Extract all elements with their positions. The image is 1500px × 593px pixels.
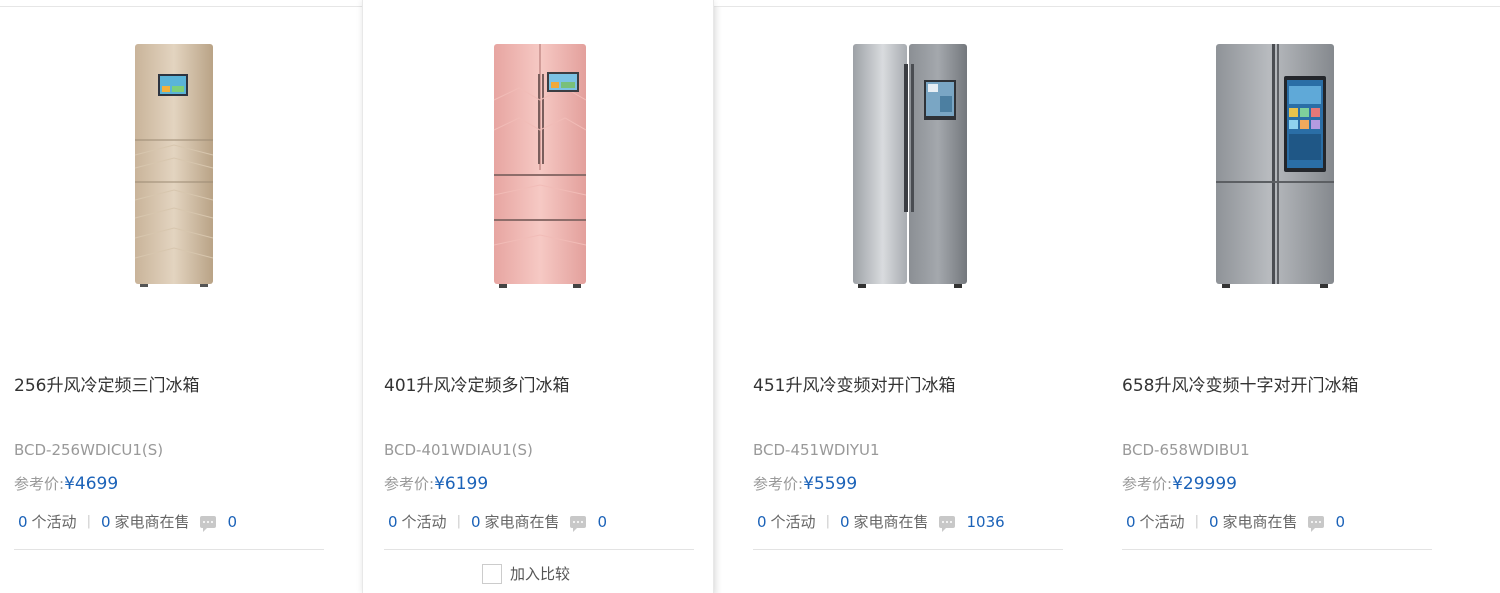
activities-label[interactable]: 个活动 bbox=[32, 511, 77, 532]
price-label: 参考价: bbox=[753, 475, 804, 493]
comments-count[interactable]: 0 bbox=[598, 513, 608, 531]
refrigerator-image[interactable] bbox=[130, 40, 220, 290]
activities-count[interactable]: 0 bbox=[1126, 513, 1136, 531]
card-shadow bbox=[714, 7, 722, 593]
compare-toggle[interactable]: 加入比较 bbox=[482, 563, 570, 584]
comments-count[interactable]: 0 bbox=[1336, 513, 1346, 531]
separator: | bbox=[1194, 514, 1199, 529]
card-divider bbox=[384, 549, 694, 550]
price-value: ¥29999 bbox=[1172, 474, 1237, 494]
comment-icon bbox=[1307, 515, 1324, 532]
product-model: BCD-401WDIAU1(S) bbox=[384, 441, 533, 459]
product-model: BCD-256WDICU1(S) bbox=[14, 441, 164, 459]
comments-count[interactable]: 1036 bbox=[967, 513, 1005, 531]
price-value: ¥6199 bbox=[434, 474, 489, 494]
price-value: ¥5599 bbox=[803, 474, 858, 494]
product-card-hovered: 401升风冷定频多门冰箱 BCD-401WDIAU1(S) 参考价:¥6199 … bbox=[362, 0, 714, 593]
product-meta: 0 个活动 | 0 家电商在售 1036 bbox=[757, 511, 1005, 532]
product-model: BCD-451WDIYU1 bbox=[753, 441, 880, 459]
price-label: 参考价: bbox=[384, 475, 435, 493]
product-meta: 0 个活动 | 0 家电商在售 0 bbox=[1126, 511, 1345, 532]
product-title[interactable]: 658升风冷变频十字对开门冰箱 bbox=[1122, 371, 1358, 396]
card-divider bbox=[1122, 549, 1432, 550]
separator: | bbox=[456, 514, 461, 529]
comment-icon bbox=[938, 515, 955, 532]
compare-label[interactable]: 加入比较 bbox=[510, 563, 570, 584]
price-line: 参考价:¥6199 bbox=[384, 473, 488, 494]
price-label: 参考价: bbox=[14, 475, 65, 493]
comment-icon bbox=[199, 515, 216, 532]
activities-label[interactable]: 个活动 bbox=[402, 511, 447, 532]
dealers-label[interactable]: 家电商在售 bbox=[485, 511, 560, 532]
product-title[interactable]: 256升风冷定频三门冰箱 bbox=[14, 371, 199, 396]
refrigerator-image[interactable] bbox=[848, 40, 974, 292]
price-line: 参考价:¥5599 bbox=[753, 473, 857, 494]
dealers-count[interactable]: 0 bbox=[840, 513, 850, 531]
activities-count[interactable]: 0 bbox=[757, 513, 767, 531]
card-divider bbox=[753, 549, 1063, 550]
comments-count[interactable]: 0 bbox=[228, 513, 238, 531]
refrigerator-image[interactable] bbox=[489, 40, 589, 292]
product-card: 256升风冷定频三门冰箱 BCD-256WDICU1(S) 参考价:¥4699 … bbox=[0, 0, 362, 593]
activities-label[interactable]: 个活动 bbox=[771, 511, 816, 532]
activities-count[interactable]: 0 bbox=[388, 513, 398, 531]
product-model: BCD-658WDIBU1 bbox=[1122, 441, 1250, 459]
compare-checkbox[interactable] bbox=[482, 563, 502, 584]
dealers-label[interactable]: 家电商在售 bbox=[854, 511, 929, 532]
dealers-label[interactable]: 家电商在售 bbox=[1223, 511, 1298, 532]
dealers-count[interactable]: 0 bbox=[471, 513, 481, 531]
dealers-count[interactable]: 0 bbox=[101, 513, 111, 531]
product-card: 451升风冷变频对开门冰箱 BCD-451WDIYU1 参考价:¥5599 0 … bbox=[722, 0, 1110, 593]
separator: | bbox=[825, 514, 830, 529]
price-line: 参考价:¥29999 bbox=[1122, 473, 1237, 494]
product-title[interactable]: 451升风冷变频对开门冰箱 bbox=[753, 371, 955, 396]
product-meta: 0 个活动 | 0 家电商在售 0 bbox=[18, 511, 237, 532]
comment-icon bbox=[569, 515, 586, 532]
dealers-count[interactable]: 0 bbox=[1209, 513, 1219, 531]
product-title[interactable]: 401升风冷定频多门冰箱 bbox=[384, 371, 569, 396]
refrigerator-image[interactable] bbox=[1210, 40, 1340, 292]
activities-count[interactable]: 0 bbox=[18, 513, 28, 531]
dealers-label[interactable]: 家电商在售 bbox=[115, 511, 190, 532]
price-line: 参考价:¥4699 bbox=[14, 473, 118, 494]
price-label: 参考价: bbox=[1122, 475, 1173, 493]
product-meta: 0 个活动 | 0 家电商在售 0 bbox=[388, 511, 607, 532]
price-value: ¥4699 bbox=[64, 474, 119, 494]
card-divider bbox=[14, 549, 324, 550]
separator: | bbox=[86, 514, 91, 529]
activities-label[interactable]: 个活动 bbox=[1140, 511, 1185, 532]
product-card: 658升风冷变频十字对开门冰箱 BCD-658WDIBU1 参考价:¥29999… bbox=[1110, 0, 1500, 593]
